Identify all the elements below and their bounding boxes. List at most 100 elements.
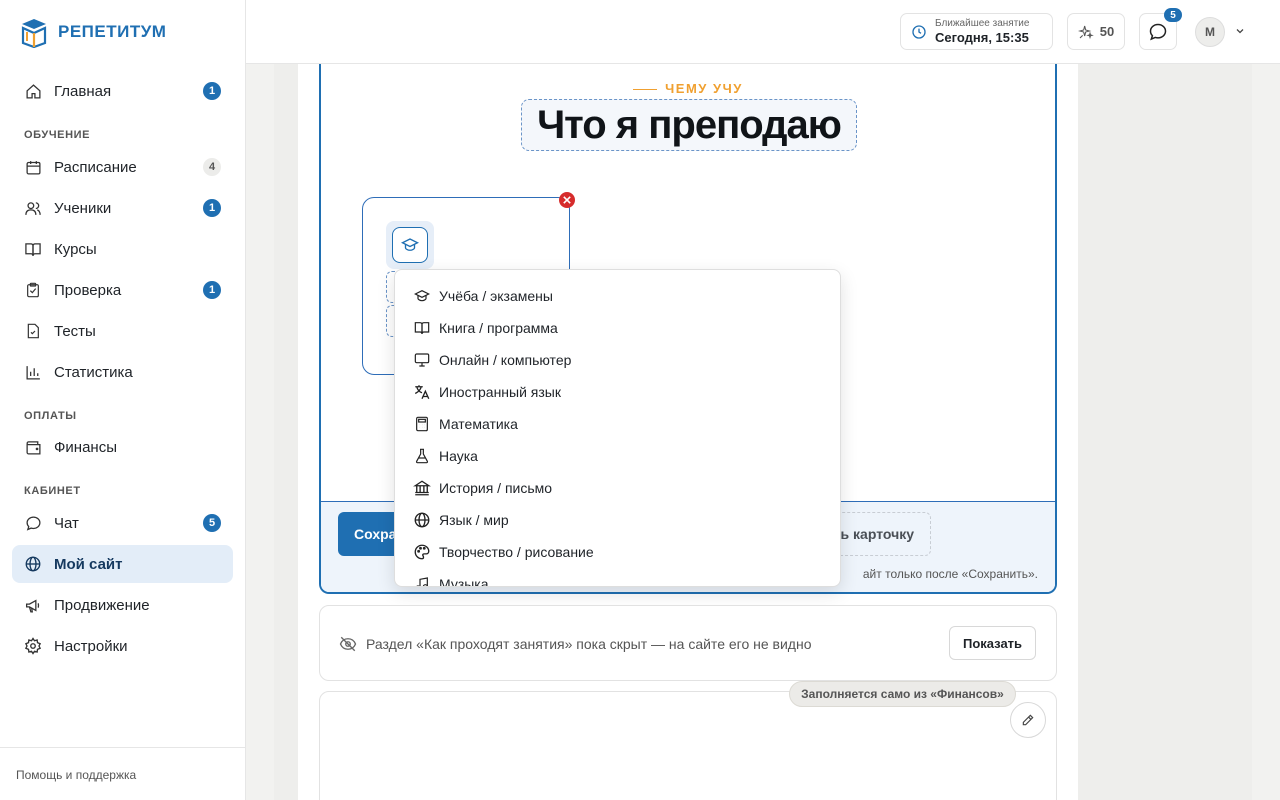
sidebar-item-settings[interactable]: Настройки [12,627,233,665]
palette-icon [413,543,431,561]
menu-item-study[interactable]: Учёба / экзамены [395,280,840,312]
menu-item-label: Иностранный язык [439,384,561,400]
sidebar-item-my-site[interactable]: Мой сайт [12,545,233,583]
sidebar-item-label: Чат [54,514,79,532]
menu-item-label: Творчество / рисование [439,544,594,560]
sidebar-item-students[interactable]: Ученики 1 [12,189,233,227]
users-icon [24,199,42,217]
flask-icon [413,447,431,465]
menu-item-art[interactable]: Творчество / рисование [395,536,840,568]
book-graduation-logo-icon [21,19,47,48]
next-lesson-label: Ближайшее занятие [935,18,1030,29]
calculator-icon [413,415,431,433]
help-link[interactable]: Помощь и поддержка [0,747,246,800]
menu-item-science[interactable]: Наука [395,440,840,472]
wallet-icon [24,438,42,456]
home-icon [24,82,42,100]
chat-icon [24,514,42,532]
edit-section-button[interactable] [1010,702,1046,738]
count-badge: 5 [203,514,221,532]
landmark-icon [413,479,431,497]
hidden-section-notice: Раздел «Как проходят занятия» пока скрыт… [319,605,1057,681]
menu-item-label: Музыка [439,576,489,587]
menu-item-label: История / письмо [439,480,553,496]
chat-badge: 5 [1164,8,1182,22]
menu-item-math[interactable]: Математика [395,408,840,440]
card-icon-picker[interactable] [386,221,434,269]
menu-item-music[interactable]: Музыка [395,568,840,587]
sidebar-item-finance[interactable]: Финансы [12,428,233,466]
chat-button[interactable]: 5 [1139,8,1182,50]
logo[interactable]: РЕПЕТИТУМ [20,16,166,48]
sidebar-item-statistics[interactable]: Статистика [12,353,233,391]
menu-item-online[interactable]: Онлайн / компьютер [395,344,840,376]
prices-section [319,691,1057,800]
sidebar-item-label: Главная [54,82,112,100]
sidebar-item-label: Тесты [54,322,96,340]
sidebar-item-tests[interactable]: Тесты [12,312,233,350]
sidebar-item-chat[interactable]: Чат 5 [12,504,233,542]
menu-item-label: Онлайн / компьютер [439,352,572,368]
sidebar-item-label: Настройки [54,637,128,655]
open-book-icon [413,319,431,337]
count-badge: 1 [203,82,221,100]
sidebar-item-courses[interactable]: Курсы [12,230,233,268]
app-name: РЕПЕТИТУМ [58,22,167,41]
auto-fill-badge: Заполняется само из «Финансов» [789,681,1016,707]
sidebar-item-label: Проверка [54,281,122,299]
section-title-learning: ОБУЧЕНИЕ [24,129,91,141]
count-badge: 1 [203,199,221,217]
sidebar-item-label: Статистика [54,363,133,381]
sidebar-item-label: Финансы [54,438,117,456]
show-section-button[interactable]: Показать [949,626,1036,660]
points-button[interactable]: 50 [1067,13,1125,50]
next-lesson-value: Сегодня, 15:35 [935,30,1029,45]
sidebar-item-schedule[interactable]: Расписание 4 [12,148,233,186]
section-title-cabinet: КАБИНЕТ [24,485,81,497]
clock-icon [911,24,927,40]
section-eyebrow[interactable]: ЧЕМУ УЧУ [321,81,1055,96]
delete-card-button[interactable] [559,192,575,208]
save-hint: айт только после «Сохранить». [862,567,1038,581]
menu-item-history[interactable]: История / письмо [395,472,840,504]
calendar-icon [24,158,42,176]
sidebar-item-label: Расписание [54,158,137,176]
sidebar-item-label: Курсы [54,240,97,258]
icon-dropdown-menu: Учёба / экзамены Книга / программа Онлай… [394,269,841,587]
gear-icon [24,637,42,655]
section-title-payments: ОПЛАТЫ [24,410,77,422]
sidebar-item-review[interactable]: Проверка 1 [12,271,233,309]
menu-item-foreign-language[interactable]: Иностранный язык [395,376,840,408]
sidebar-item-promotion[interactable]: Продвижение [12,586,233,624]
count-badge: 4 [203,158,221,176]
chat-icon [1148,22,1168,42]
sparkle-icon [1077,24,1094,40]
next-lesson-widget[interactable]: Ближайшее занятие Сегодня, 15:35 [900,13,1053,50]
section-heading[interactable]: Что я преподаю [521,99,857,151]
music-note-icon [413,575,431,586]
menu-item-label: Наука [439,448,478,464]
test-file-icon [24,322,42,340]
sidebar-item-home[interactable]: Главная 1 [12,72,233,110]
menu-item-label: Учёба / экзамены [439,288,553,304]
sidebar-item-label: Мой сайт [54,555,123,573]
translate-icon [413,383,431,401]
graduation-cap-icon [413,287,431,305]
points-value: 50 [1099,24,1115,39]
menu-item-book[interactable]: Книга / программа [395,312,840,344]
menu-item-language-world[interactable]: Язык / мир [395,504,840,536]
clipboard-check-icon [24,281,42,299]
pencil-icon [1022,714,1034,726]
menu-item-label: Книга / программа [439,320,558,336]
menu-item-label: Математика [439,416,518,432]
chevron-down-icon[interactable] [1234,24,1246,42]
top-bar: Ближайшее занятие Сегодня, 15:35 50 5 М [246,0,1280,64]
hidden-section-text: Раздел «Как проходят занятия» пока скрыт… [366,636,812,652]
menu-item-label: Язык / мир [439,512,509,528]
bar-chart-icon [24,363,42,381]
book-icon [24,240,42,258]
close-icon [563,196,571,204]
megaphone-icon [24,596,42,614]
globe-icon [24,555,42,573]
avatar[interactable]: М [1195,17,1225,47]
